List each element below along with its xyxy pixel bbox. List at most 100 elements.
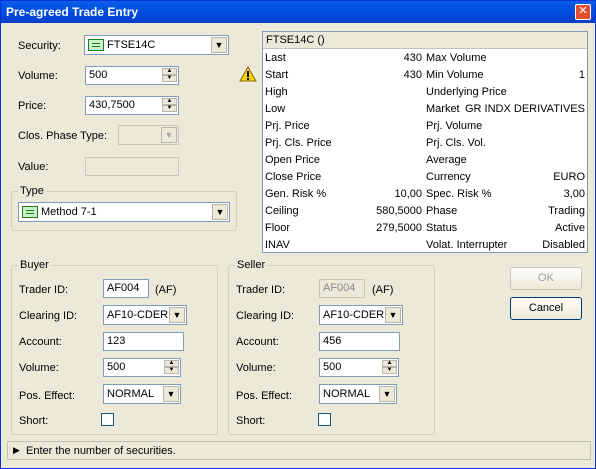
security-select[interactable]: FTSE14C ▼ xyxy=(84,35,229,55)
buyer-trader-value: AF004 xyxy=(107,282,140,294)
info-row: INAV Volat. Interrupter Disabled xyxy=(263,237,587,254)
seller-pos-label: Pos. Effect: xyxy=(236,390,293,402)
status-bar: ▶ Enter the number of securities. xyxy=(7,441,591,460)
info-row: Gen. Risk % 10,00 Spec. Risk % 3,00 xyxy=(263,186,587,203)
buyer-pos-label: Pos. Effect: xyxy=(19,390,76,402)
cancel-button[interactable]: Cancel xyxy=(510,297,582,320)
ok-button[interactable]: OK xyxy=(510,267,582,290)
buyer-trader-label: Trader ID: xyxy=(19,284,69,296)
info-label-left: High xyxy=(265,86,288,98)
info-header: FTSE14C () xyxy=(263,32,587,49)
info-value-right: Active xyxy=(555,222,585,234)
seller-account-value: 456 xyxy=(323,335,342,347)
buyer-trader-suffix: (AF) xyxy=(155,284,177,296)
seller-account-input[interactable]: 456 xyxy=(319,332,400,351)
info-label-right: Max Volume xyxy=(426,52,487,64)
info-value-right: EURO xyxy=(553,171,585,183)
seller-volume-label: Volume: xyxy=(236,362,276,374)
dialog-window: Pre-agreed Trade Entry ✕ Security: FTSE1… xyxy=(0,0,596,469)
window-title: Pre-agreed Trade Entry xyxy=(6,5,139,19)
info-row: Prj. Price Prj. Volume xyxy=(263,118,587,135)
info-value-right: 3,00 xyxy=(563,188,585,200)
type-select[interactable]: Method 7-1 ▼ xyxy=(18,202,230,222)
buyer-volume-spinner[interactable]: ▲ ▼ xyxy=(164,360,179,375)
seller-pos-value: NORMAL xyxy=(323,388,371,400)
info-label-left: Close Price xyxy=(265,171,322,183)
security-value: FTSE14C xyxy=(107,39,156,51)
buyer-trader-input[interactable]: AF004 xyxy=(103,279,149,298)
price-spinner[interactable]: ▲ ▼ xyxy=(162,98,177,113)
buyer-short-label: Short: xyxy=(19,415,49,427)
info-value-left: 10,00 xyxy=(394,188,422,200)
play-arrow-icon: ▶ xyxy=(13,445,20,455)
seller-pos-select[interactable]: NORMAL ▼ xyxy=(319,384,397,404)
info-label-right: Prj. Cls. Vol. xyxy=(426,137,486,149)
type-value: Method 7-1 xyxy=(41,206,97,218)
title-bar[interactable]: Pre-agreed Trade Entry ✕ xyxy=(1,1,595,23)
info-label-right: Currency xyxy=(426,171,471,183)
info-row: Start 430 Min Volume 1 xyxy=(263,67,587,84)
info-label-left: Prj. Cls. Price xyxy=(265,137,332,149)
info-row: Close Price Currency EURO xyxy=(263,169,587,186)
seller-short-label: Short: xyxy=(236,415,266,427)
seller-clearing-select[interactable]: AF10-CDER ▼ xyxy=(319,305,403,325)
info-value-right: GR INDX DERIVATIVES xyxy=(464,103,585,115)
info-label-right: Average xyxy=(426,154,467,166)
seller-volume-spinner[interactable]: ▲ ▼ xyxy=(382,360,397,375)
volume-spinner[interactable]: ▲ ▼ xyxy=(162,68,177,83)
seller-trader-value: AF004 xyxy=(323,282,356,294)
price-label: Price: xyxy=(18,100,47,112)
chevron-down-icon[interactable]: ▼ xyxy=(212,204,228,220)
buyer-pos-select[interactable]: NORMAL ▼ xyxy=(103,384,181,404)
buyer-account-label: Account: xyxy=(19,336,62,348)
info-label-right: Min Volume xyxy=(426,69,484,81)
info-label-left: Last xyxy=(265,52,286,64)
buyer-clearing-select[interactable]: AF10-CDER ▼ xyxy=(103,305,187,325)
status-message: Enter the number of securities. xyxy=(26,445,176,457)
info-value-left: 279,5000 xyxy=(376,222,422,234)
info-label-left: Prj. Price xyxy=(265,120,310,132)
seller-group-title: Seller xyxy=(235,259,268,271)
chevron-down-icon[interactable]: ▼ xyxy=(385,307,401,323)
info-value-left: 430 xyxy=(403,52,422,64)
seller-trader-suffix: (AF) xyxy=(372,284,394,296)
chevron-down-icon[interactable]: ▼ xyxy=(169,307,185,323)
chevron-down-icon[interactable]: ▼ xyxy=(379,386,395,402)
info-value-left: 430 xyxy=(403,69,422,81)
volume-input[interactable]: 500 ▲ ▼ xyxy=(85,66,179,85)
close-button[interactable]: ✕ xyxy=(575,4,591,20)
buyer-account-value: 123 xyxy=(107,335,126,347)
clos-phase-select[interactable]: ▼ xyxy=(118,125,179,145)
info-label-left: Ceiling xyxy=(265,205,299,217)
buyer-short-checkbox[interactable] xyxy=(101,413,114,426)
clos-phase-label: Clos. Phase Type: xyxy=(18,130,108,142)
chevron-down-icon[interactable]: ▼ xyxy=(211,37,227,53)
buyer-volume-input[interactable]: 500 ▲ ▼ xyxy=(103,358,181,377)
value-label: Value: xyxy=(18,161,49,173)
chevron-down-icon[interactable]: ▼ xyxy=(163,386,179,402)
info-label-right: Phase xyxy=(426,205,458,217)
buyer-account-input[interactable]: 123 xyxy=(103,332,184,351)
info-label-left: INAV xyxy=(265,239,290,251)
info-label-right: Prj. Volume xyxy=(426,120,483,132)
info-label-left: Open Price xyxy=(265,154,321,166)
price-input[interactable]: 430,7500 ▲ ▼ xyxy=(85,96,179,115)
info-label-right: Volat. Interrupter xyxy=(426,239,508,251)
info-label-right: Spec. Risk % xyxy=(426,188,492,200)
type-group-title: Type xyxy=(18,185,46,197)
info-label-right: Market xyxy=(426,103,460,115)
seller-short-checkbox[interactable] xyxy=(318,413,331,426)
info-row: Low Market GR INDX DERIVATIVES xyxy=(263,101,587,118)
instrument-icon xyxy=(88,39,104,51)
chevron-down-icon[interactable]: ▼ xyxy=(161,127,177,143)
buyer-group-title: Buyer xyxy=(18,259,51,271)
info-row: Ceiling 580,5000 Phase Trading xyxy=(263,203,587,220)
seller-clearing-value: AF10-CDER xyxy=(323,309,385,321)
buyer-clearing-label: Clearing ID: xyxy=(19,310,78,322)
seller-volume-input[interactable]: 500 ▲ ▼ xyxy=(319,358,399,377)
seller-trader-label: Trader ID: xyxy=(236,284,286,296)
info-label-left: Floor xyxy=(265,222,291,234)
info-value-right: Trading xyxy=(548,205,585,217)
price-value: 430,7500 xyxy=(89,99,135,111)
info-label-right: Underlying Price xyxy=(426,86,507,98)
